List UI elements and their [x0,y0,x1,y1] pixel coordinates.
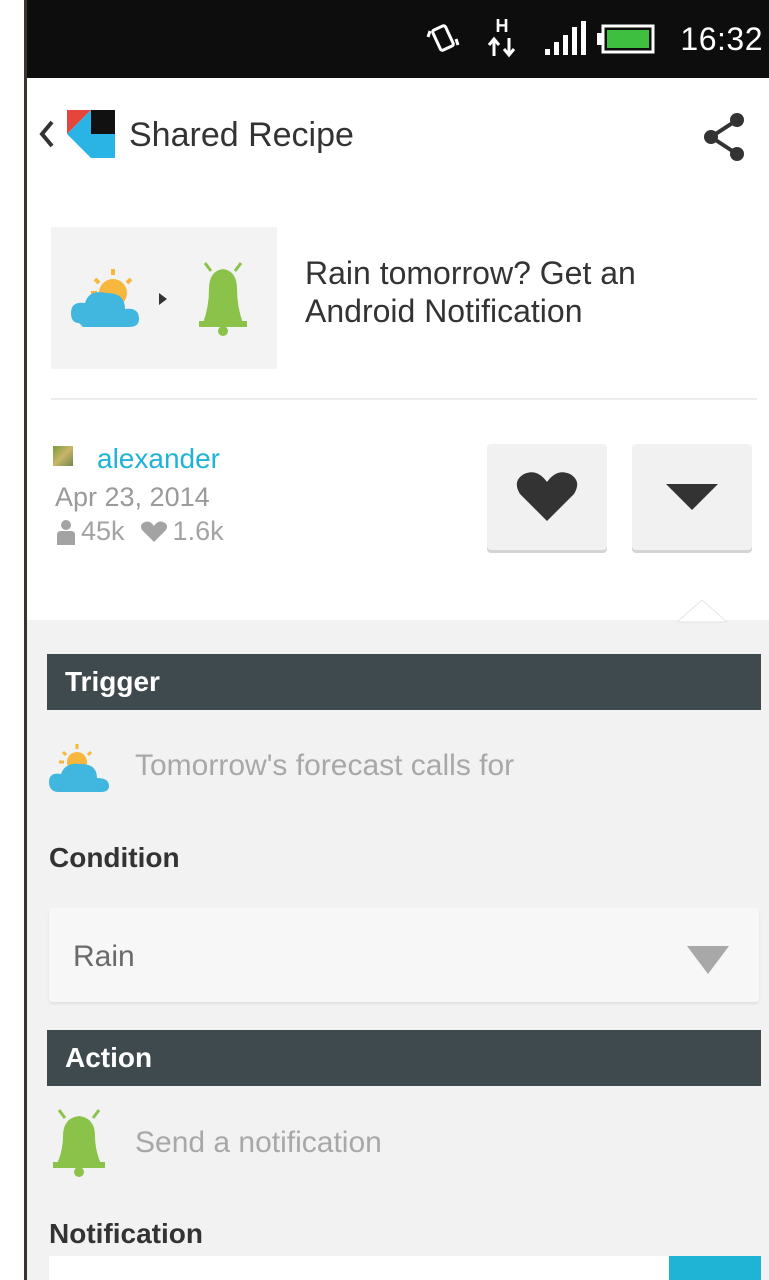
dropdown-caret-icon [687,946,729,974]
trigger-description: Tomorrow's forecast calls for [135,749,515,782]
clock: 16:32 [680,20,763,57]
recipe-title: Rain tomorrow? Get an Android Notificati… [305,255,636,329]
signal-icon [543,0,589,78]
condition-label: Condition [49,842,180,873]
notification-label: Notification [49,1218,203,1249]
weather-icon [71,269,139,327]
condition-select[interactable]: Rain [49,908,759,1002]
heart-icon [516,472,578,521]
recipe-icon-box [51,227,277,369]
trigger-row[interactable]: Tomorrow's forecast calls for [47,734,761,798]
logo-icon [67,110,115,158]
user-icon [57,519,75,545]
like-button[interactable] [487,444,607,550]
action-section-header: Action [47,1030,761,1086]
data-arrows-icon: H [485,0,519,78]
share-icon [704,113,744,161]
arrow-right-icon [159,293,167,305]
notification-field[interactable] [49,1256,761,1280]
network-type-label: H [496,16,509,36]
app-logo [65,108,119,167]
users-count: 45k [81,516,125,546]
publish-date: Apr 23, 2014 [55,482,210,512]
notification-bell-icon [199,262,247,336]
action-row[interactable]: Send a notification [47,1108,761,1178]
device-screen: H 16:32 Shared Recipe Rain tomorrow? Get… [0,0,769,1280]
weather-icon [49,744,109,792]
page-title: Shared Recipe [129,116,354,154]
notification-bell-icon [53,1109,105,1177]
author-avatar[interactable] [53,446,73,466]
expand-button[interactable] [632,444,752,550]
heart-icon [140,521,167,542]
chevron-left-icon [39,120,54,148]
app-screen: H 16:32 Shared Recipe Rain tomorrow? Get… [27,0,769,1280]
trigger-section-header: Trigger [47,654,761,710]
battery-icon [597,0,655,78]
action-description: Send a notification [135,1126,382,1159]
author-link[interactable]: alexander [97,443,220,475]
app-header: Shared Recipe [27,78,769,194]
status-bar: H 16:32 [27,0,769,78]
share-button[interactable] [701,112,747,167]
condition-value: Rain [73,940,135,973]
add-ingredient-button[interactable] [669,1256,761,1280]
caret-down-icon [666,484,718,510]
left-bezel [0,0,26,1280]
divider [51,398,757,400]
back-button[interactable] [37,116,57,157]
vibrate-icon [425,0,461,78]
recipe-stats: 45k 1.6k [55,516,230,547]
likes-count: 1.6k [172,516,224,546]
card-pointer [675,598,729,629]
recipe-card: Rain tomorrow? Get an Android Notificati… [27,192,769,620]
